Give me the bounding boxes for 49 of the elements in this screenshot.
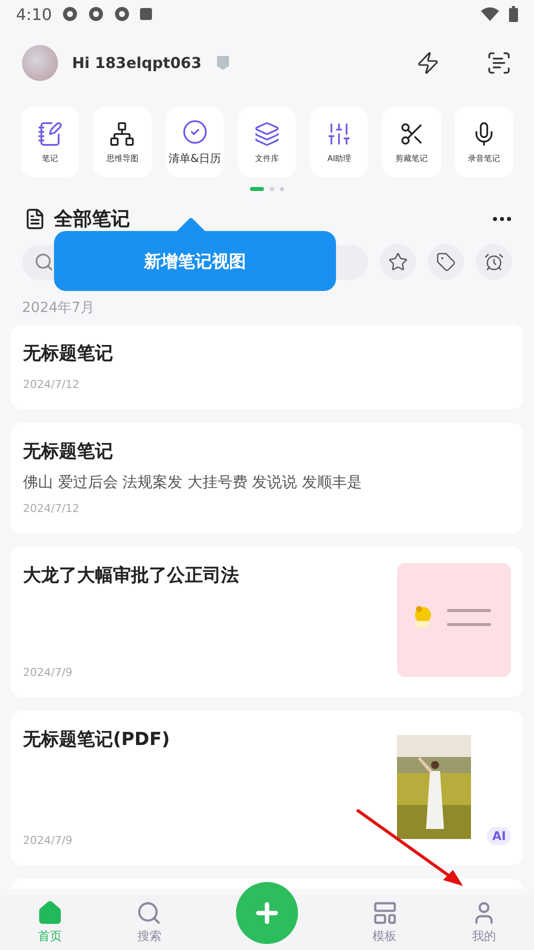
greeting: Hi 183elqpt063 xyxy=(72,54,202,72)
note-title: 无标题笔记 xyxy=(23,342,114,365)
home-icon xyxy=(36,900,63,926)
notes-icon xyxy=(24,208,46,230)
scan-icon[interactable] xyxy=(486,50,512,76)
note-title: 大龙了大幅审批了公正司法 xyxy=(23,564,240,587)
alarm-icon xyxy=(484,252,504,272)
note-card[interactable]: 无标题笔记 2024/7/12 xyxy=(11,325,523,409)
tooltip-text: 新增笔记视图 xyxy=(144,250,246,272)
notification-icon xyxy=(88,6,104,22)
alarm-filter-button[interactable] xyxy=(476,244,512,280)
todo-icon xyxy=(182,118,208,144)
note-text: 佛山 爱过后会 法规案发 大挂号费 发说说 发顺丰是 xyxy=(23,473,363,492)
note-card[interactable]: 无标题笔记(PDF) 2024/7/9 AI xyxy=(11,711,523,865)
battery-icon xyxy=(509,6,518,22)
note-date: 2024/7/9 xyxy=(23,834,74,847)
tool-tile[interactable]: 剪藏笔记 xyxy=(382,107,441,177)
keyboard-icon xyxy=(140,8,152,20)
mindmap-icon xyxy=(109,120,136,146)
tool-tile[interactable]: 思维导图 xyxy=(93,107,152,177)
tool-tile[interactable]: 录音笔记 xyxy=(454,107,513,177)
tag-filter-button[interactable] xyxy=(428,244,464,280)
wifi-icon xyxy=(481,7,499,21)
star-filter-button[interactable] xyxy=(380,244,416,280)
section-title[interactable]: 全部笔记 xyxy=(54,206,130,232)
note-date: 2024/7/12 xyxy=(23,502,80,515)
badge-icon xyxy=(216,55,230,71)
lightning-icon[interactable] xyxy=(416,51,440,75)
tool-tile[interactable]: 笔记 xyxy=(21,107,80,177)
tool-tile[interactable]: 文件库 xyxy=(238,107,296,177)
notification-icon xyxy=(114,6,130,22)
search-icon xyxy=(136,900,162,926)
template-icon xyxy=(372,900,398,926)
note-card[interactable]: 大龙了大幅审批了公正司法 2024/7/9 xyxy=(11,547,523,697)
notification-icon xyxy=(62,6,78,22)
tag-icon xyxy=(436,252,456,272)
note-date: 2024/7/12 xyxy=(23,378,80,391)
star-icon xyxy=(388,252,408,272)
note-title: 无标题笔记(PDF) xyxy=(23,728,171,751)
search-icon xyxy=(34,252,54,272)
status-time: 4:10 xyxy=(16,4,52,24)
note-card[interactable]: 无标题笔记 佛山 爱过后会 法规案发 大挂号费 发说说 发顺丰是 2024/7/12 xyxy=(11,423,523,533)
tool-tile[interactable]: AI助理 xyxy=(310,107,368,177)
month-heading: 2024年7月 xyxy=(21,299,96,318)
ai-badge: AI xyxy=(487,827,511,845)
note-title: 无标题笔记 xyxy=(23,440,114,463)
tool-tile[interactable]: 清单&日历 xyxy=(166,107,224,177)
note-icon xyxy=(37,120,64,146)
note-date: 2024/7/9 xyxy=(23,666,74,679)
